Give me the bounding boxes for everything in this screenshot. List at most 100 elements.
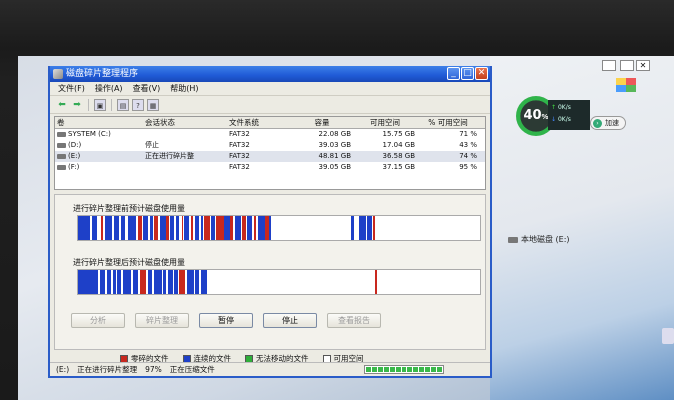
contiguous-cluster <box>147 270 152 294</box>
table-row[interactable]: SYSTEM (C:) FAT32 22.08 GB 15.75 GB 71 % <box>55 129 485 140</box>
fragmented-cluster <box>138 216 142 240</box>
network-speed-panel: ↑ 0K/s ↓ 0K/s <box>548 100 590 130</box>
speaker-icon[interactable] <box>662 328 674 344</box>
contiguous-cluster <box>106 270 111 294</box>
view-report-button[interactable]: 查看报告 <box>327 313 381 328</box>
cell-volume: (F:) <box>68 163 80 171</box>
stop-button[interactable]: 停止 <box>263 313 317 328</box>
toolbar-separator <box>111 98 112 111</box>
table-row-selected[interactable]: (E:) 正在进行碎片整 FAT32 48.81 GB 36.58 GB 74 … <box>55 151 485 162</box>
forward-arrow-icon[interactable]: ➡ <box>71 99 83 111</box>
contiguous-cluster <box>176 216 180 240</box>
before-usage-label: 进行碎片整理前预计磁盘使用量 <box>73 204 185 213</box>
col-status[interactable]: 会话状态 <box>141 117 225 128</box>
fragmented-cluster <box>242 216 247 240</box>
cell-capacity: 48.81 GB <box>318 152 352 160</box>
net-up: 0K/s <box>557 104 571 111</box>
contiguous-cluster <box>132 270 139 294</box>
defrag-window: 磁盘碎片整理程序 _ □ ✕ 文件(F) 操作(A) 查看(V) 帮助(H) ⬅… <box>48 66 492 378</box>
contiguous-cluster <box>184 216 189 240</box>
fragmented-cluster <box>373 216 375 240</box>
bg-window-maximize-button[interactable] <box>620 60 634 71</box>
fragmented-cluster <box>229 216 234 240</box>
col-free-pct[interactable]: % 可用空间 <box>419 117 485 128</box>
menu-help[interactable]: 帮助(H) <box>170 82 198 95</box>
bg-window-minimize-button[interactable] <box>602 60 616 71</box>
bg-window-close-button[interactable]: ✕ <box>636 60 650 71</box>
fragmented-cluster <box>100 216 103 240</box>
menu-action[interactable]: 操作(A) <box>95 82 123 95</box>
local-disk-label: 本地磁盘 (E:) <box>521 235 570 244</box>
cell-volume: (E:) <box>68 152 81 160</box>
contiguous-cluster <box>117 270 122 294</box>
net-down: 0K/s <box>557 116 571 123</box>
drive-icon <box>57 164 66 170</box>
progress-block <box>413 367 419 372</box>
status-state: 正在进行碎片整理 <box>77 365 138 374</box>
contiguous-cluster <box>114 216 119 240</box>
fragmented-cluster <box>190 216 193 240</box>
table-row[interactable]: (D:) 停止 FAT32 39.03 GB 17.04 GB 43 % <box>55 140 485 151</box>
fragmented-cluster <box>179 270 185 294</box>
cell-fs: FAT32 <box>229 152 250 160</box>
defragment-button[interactable]: 碎片整理 <box>135 313 189 328</box>
menu-bar: 文件(F) 操作(A) 查看(V) 帮助(H) <box>50 82 490 96</box>
cell-capacity: 39.05 GB <box>318 163 352 171</box>
progress-block <box>431 367 437 372</box>
view-icon[interactable]: ▦ <box>147 98 159 111</box>
desktop-right: ✕ 40% ↑ 0K/s ↓ 0K/s › 加速 本地磁盘 (E:) <box>490 56 674 400</box>
col-free-space[interactable]: 可用空间 <box>355 117 419 128</box>
cell-free: 36.58 GB <box>382 152 416 160</box>
col-filesystem[interactable]: 文件系统 <box>225 117 293 128</box>
fragmented-cluster <box>181 216 184 240</box>
help-icon[interactable]: ? <box>132 98 144 111</box>
before-usage-bar <box>77 215 481 241</box>
contiguous-cluster <box>195 270 200 294</box>
screen: ✕ 40% ↑ 0K/s ↓ 0K/s › 加速 本地磁盘 (E:) 磁盘碎片整… <box>18 56 674 400</box>
local-disk-shortcut[interactable]: 本地磁盘 (E:) <box>508 234 570 245</box>
close-button[interactable]: ✕ <box>475 67 488 80</box>
back-arrow-icon[interactable]: ⬅ <box>56 99 68 111</box>
status-drive: (E:) <box>56 365 70 374</box>
col-capacity[interactable]: 容量 <box>293 117 355 128</box>
fragmented-cluster <box>216 216 224 240</box>
contiguous-cluster <box>104 216 112 240</box>
speed-up-label: 加速 <box>605 119 619 127</box>
fragmented-cluster <box>375 270 378 294</box>
contiguous-cluster <box>201 270 208 294</box>
menu-file[interactable]: 文件(F) <box>58 82 85 95</box>
cell-pct: 71 % <box>459 130 477 138</box>
analysis-panel: 进行碎片整理前预计磁盘使用量 进行碎片整理后预计磁盘使用量 分析 碎片整理 暂停… <box>54 194 486 350</box>
analyze-button[interactable]: 分析 <box>71 313 125 328</box>
cell-status <box>141 162 225 173</box>
progress-block <box>383 367 389 372</box>
contiguous-cluster <box>163 270 167 294</box>
contiguous-cluster <box>268 216 271 240</box>
contiguous-cluster <box>123 270 132 294</box>
maximize-button[interactable]: □ <box>461 67 474 80</box>
contiguous-cluster <box>127 216 136 240</box>
table-row[interactable]: (F:) FAT32 39.05 GB 37.15 GB 95 % <box>55 162 485 173</box>
properties-icon[interactable]: ▤ <box>117 98 129 111</box>
gauge-value: 40 <box>523 108 542 123</box>
fragmented-cluster <box>139 270 147 294</box>
col-volume[interactable]: 卷 <box>55 117 141 128</box>
contiguous-cluster <box>149 216 153 240</box>
defrag-app-icon <box>53 69 63 79</box>
drive-icon <box>57 142 66 148</box>
pause-button[interactable]: 暂停 <box>199 313 253 328</box>
speed-up-button[interactable]: › 加速 <box>590 116 626 130</box>
drive-icon <box>57 131 66 137</box>
toolbar-separator <box>88 98 89 111</box>
contiguous-cluster <box>168 270 173 294</box>
action-buttons: 分析 碎片整理 暂停 停止 查看报告 <box>71 313 381 328</box>
volume-table: 卷 会话状态 文件系统 容量 可用空间 % 可用空间 SYSTEM (C:) F… <box>54 116 486 190</box>
menu-view[interactable]: 查看(V) <box>133 82 161 95</box>
progress-block <box>395 367 401 372</box>
console-icon[interactable]: ▣ <box>94 98 106 111</box>
progress-bar <box>364 365 444 374</box>
hard-disk-icon <box>508 236 518 243</box>
minimize-button[interactable]: _ <box>447 67 460 80</box>
contiguous-cluster <box>92 216 98 240</box>
title-bar[interactable]: 磁盘碎片整理程序 _ □ ✕ <box>50 66 490 82</box>
